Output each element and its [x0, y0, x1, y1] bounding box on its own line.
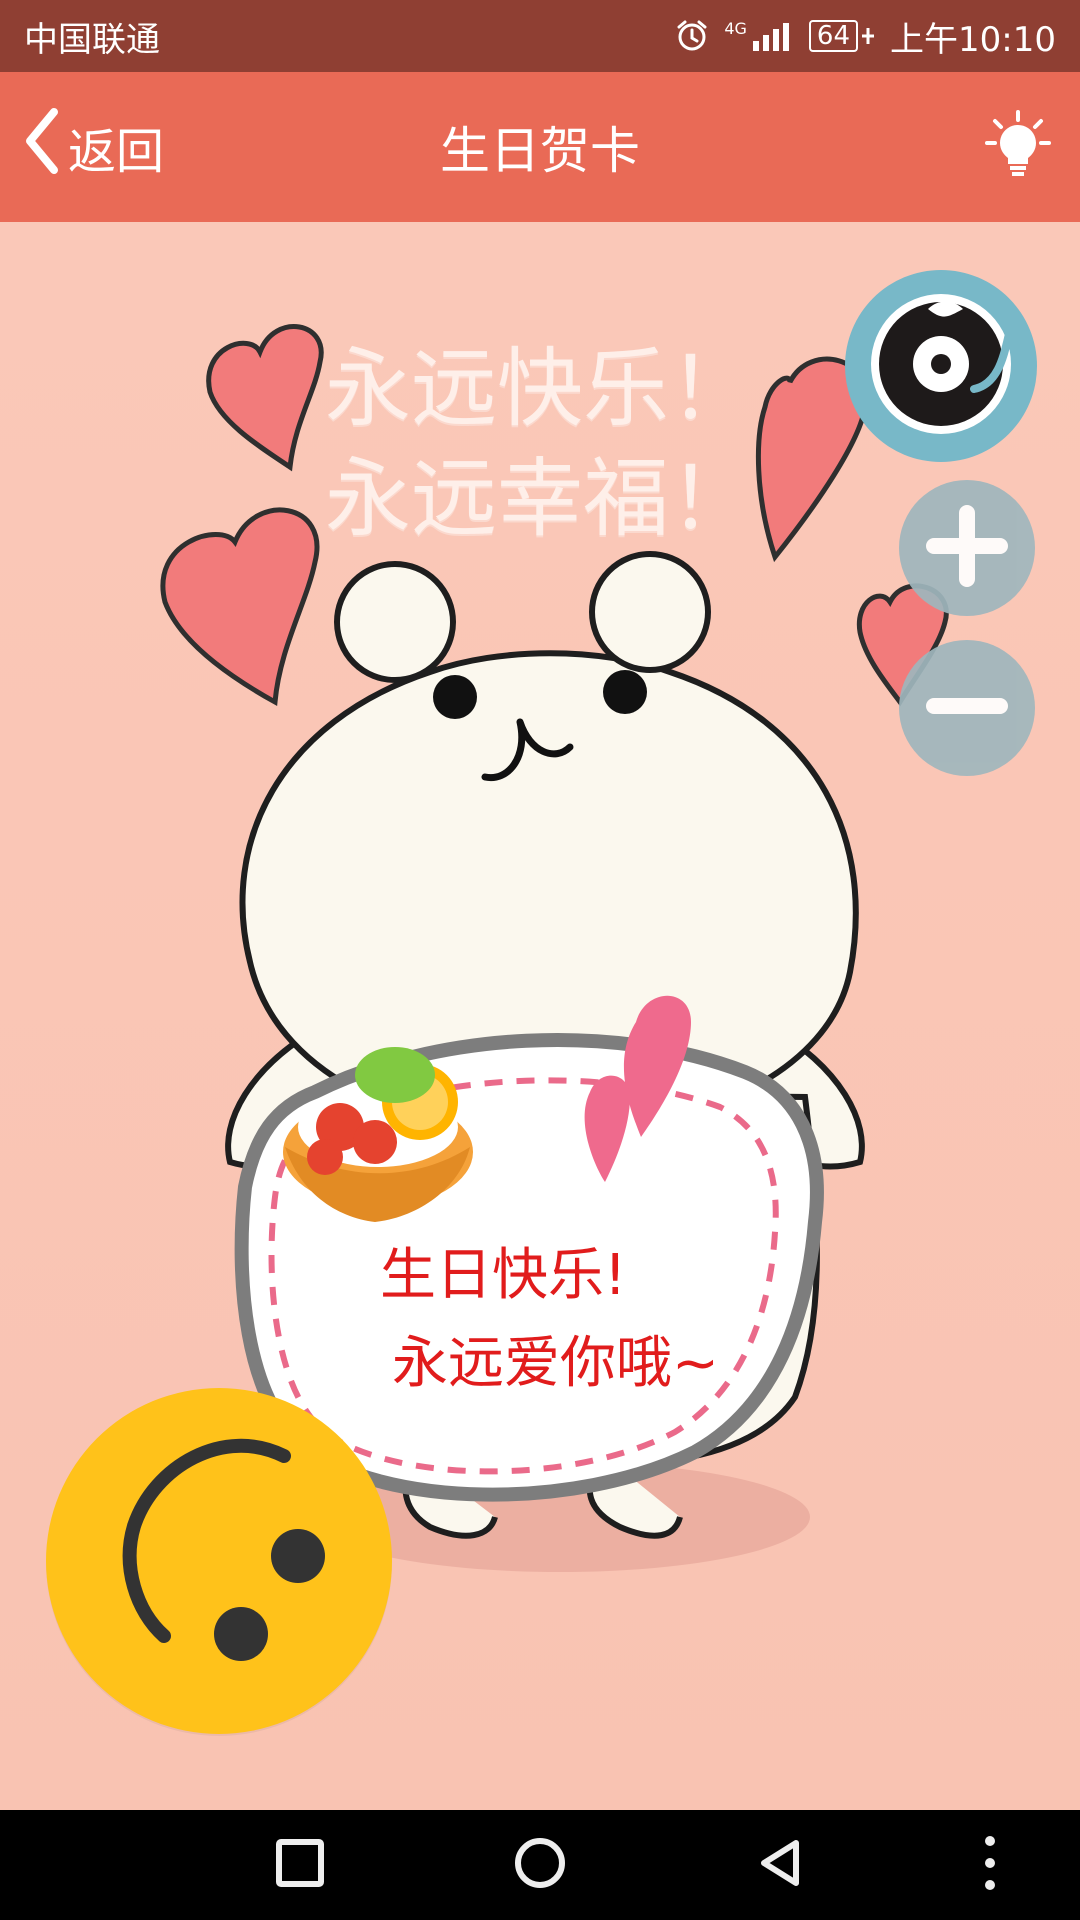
- system-nav-bar: [0, 1810, 1080, 1920]
- music-button[interactable]: [845, 270, 1037, 462]
- page-title: 生日贺卡: [0, 72, 1080, 222]
- bubble-line-1: 生日快乐!: [380, 1243, 627, 1308]
- smiley-icon: [46, 1388, 392, 1738]
- app-header: 返回 生日贺卡: [0, 72, 1080, 224]
- bubble-line-2: 永远爱你哦~: [392, 1331, 719, 1396]
- status-bar: 中国联通 4G 64 上午10:10: [0, 0, 1080, 72]
- circle-icon: [512, 1835, 568, 1895]
- clock: 上午10:10: [890, 19, 1056, 60]
- page-title-text: 生日贺卡: [440, 122, 640, 180]
- recent-apps-button[interactable]: [265, 1830, 335, 1900]
- alarm-icon: [674, 18, 710, 54]
- music-disc-icon: [856, 279, 1026, 453]
- minus-icon: [922, 661, 1012, 755]
- more-vertical-icon: [980, 1833, 1000, 1897]
- lightbulb-button[interactable]: [982, 110, 1054, 182]
- bubble-message: 生日快乐! 永远爱你哦~: [380, 1232, 719, 1408]
- floating-assistant-button[interactable]: [46, 1388, 392, 1734]
- signal-icon: 4G: [724, 19, 795, 53]
- network-type-label: 4G: [724, 18, 747, 38]
- zoom-out-button[interactable]: [899, 640, 1035, 776]
- home-button[interactable]: [505, 1830, 575, 1900]
- more-options-button[interactable]: [955, 1830, 1025, 1900]
- carrier-label: 中国联通: [24, 19, 160, 60]
- square-icon: [274, 1837, 326, 1893]
- status-icons: 4G 64 上午10:10: [674, 12, 1056, 61]
- battery-icon: 64: [808, 20, 876, 52]
- plus-icon: [922, 501, 1012, 595]
- battery-level: 64: [808, 20, 859, 52]
- lightbulb-icon: [983, 109, 1053, 183]
- back-nav-button[interactable]: [745, 1830, 815, 1900]
- headline-line-2: 永远幸福！: [325, 449, 755, 549]
- zoom-in-button[interactable]: [899, 480, 1035, 616]
- triangle-back-icon: [752, 1835, 808, 1895]
- card-headline: 永远快乐！ 永远幸福！: [300, 334, 780, 554]
- headline-line-1: 永远快乐！: [325, 339, 755, 439]
